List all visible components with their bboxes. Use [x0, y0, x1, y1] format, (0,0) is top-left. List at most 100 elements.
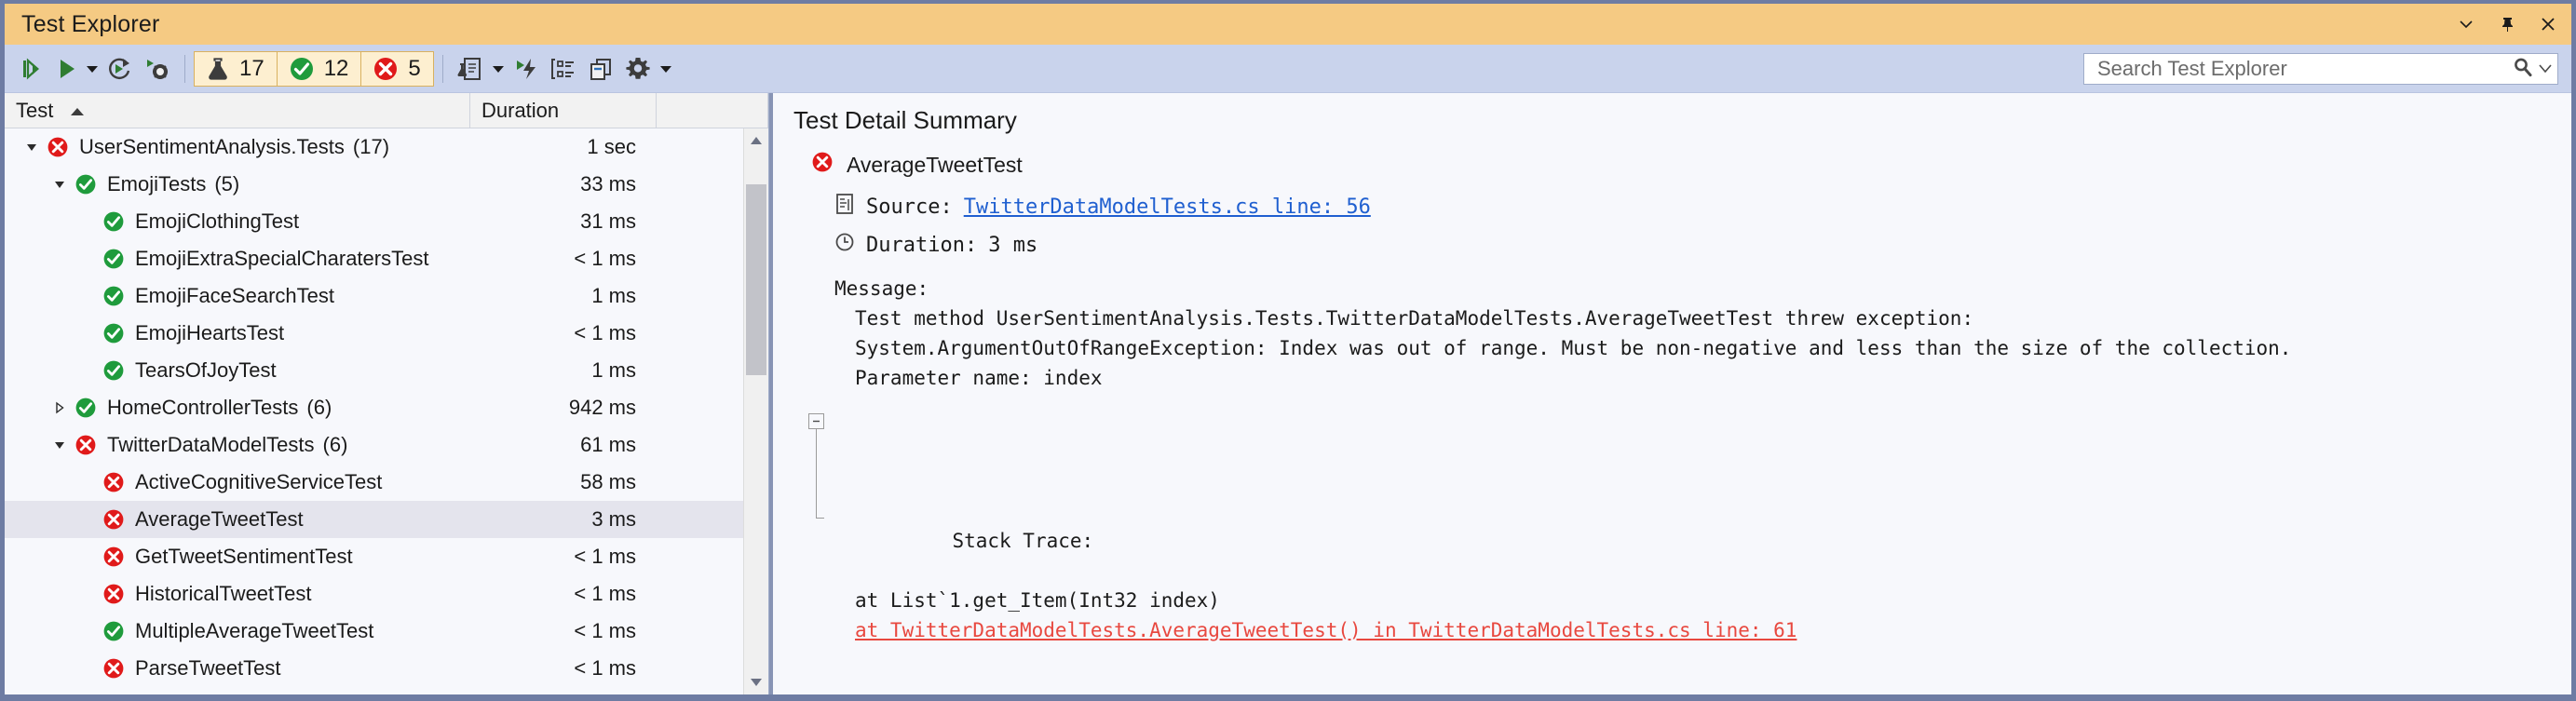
toolbar: 17 12 5: [5, 45, 2571, 93]
scroll-up-button[interactable]: [744, 128, 768, 153]
test-name-label: EmojiTests: [107, 172, 207, 195]
search-dropdown-chevron-icon[interactable]: [2539, 61, 2552, 77]
test-counters: 17 12 5: [194, 50, 434, 87]
detail-source-link[interactable]: TwitterDataModelTests.cs line: 56: [964, 195, 1371, 219]
table-row[interactable]: HomeControllerTests (6) 942 ms: [5, 389, 768, 426]
detail-test-name: AverageTweetTest: [847, 152, 1023, 177]
settings-gear-icon[interactable]: [619, 52, 657, 86]
failed-icon: [100, 656, 128, 681]
pin-icon[interactable]: [2497, 14, 2517, 34]
passed-icon: [100, 358, 128, 383]
detail-stack-section: Stack Trace: at List`1.get_Item(Int32 in…: [793, 409, 2571, 646]
table-row[interactable]: UserSentimentAnalysis.Tests (17) 1 sec: [5, 128, 768, 166]
detail-source-label: Source:: [866, 195, 953, 219]
run-dropdown-chevron-icon[interactable]: [83, 52, 102, 86]
detail-message-label: Message:: [834, 277, 929, 300]
column-header-duration[interactable]: Duration: [470, 93, 657, 128]
column-header-test-label: Test: [16, 98, 54, 122]
table-cell-duration: < 1 ms: [574, 247, 636, 270]
search-icon[interactable]: [2513, 57, 2533, 82]
additional-output-button[interactable]: [582, 52, 619, 86]
failed-icon: [72, 433, 100, 457]
counter-total[interactable]: 17: [194, 50, 277, 87]
window-title: Test Explorer: [21, 10, 160, 37]
scroll-down-button[interactable]: [744, 670, 768, 694]
twisty-expanded-icon[interactable]: [20, 140, 44, 155]
detail-stack-link[interactable]: at TwitterDataModelTests.AverageTweetTes…: [855, 619, 1796, 641]
column-header-duration-label: Duration: [481, 98, 560, 122]
twisty-collapsed-icon[interactable]: [47, 400, 72, 415]
scrollbar-thumb[interactable]: [746, 184, 766, 375]
test-name-label: EmojiFaceSearchTest: [135, 284, 334, 307]
table-cell-test: TwitterDataModelTests (6): [5, 433, 470, 457]
search-box[interactable]: [2083, 53, 2558, 85]
table-row[interactable]: MultipleAverageTweetTest < 1 ms: [5, 613, 768, 650]
table-row[interactable]: ActiveCognitiveServiceTest 58 ms: [5, 464, 768, 501]
counter-failed[interactable]: 5: [360, 50, 434, 87]
table-cell-duration: 33 ms: [580, 172, 636, 195]
test-list-scrollbar[interactable]: [743, 128, 768, 694]
test-name-label: MultipleAverageTweetTest: [135, 619, 374, 642]
test-name-label: AverageTweetTest: [135, 507, 304, 531]
table-row[interactable]: EmojiTests (5) 33 ms: [5, 166, 768, 203]
test-name-label: ParseTweetTest: [135, 656, 281, 680]
table-row[interactable]: EmojiExtraSpecialCharatersTest < 1 ms: [5, 240, 768, 277]
test-list[interactable]: UserSentimentAnalysis.Tests (17) 1 sec Emoj…: [5, 128, 768, 694]
failed-icon: [100, 507, 128, 532]
failed-icon: [100, 470, 128, 494]
column-header-filler: [657, 93, 768, 128]
detail-duration-label: Duration:: [866, 233, 978, 257]
test-playlist-button[interactable]: [452, 52, 489, 86]
table-cell-test: ActiveCognitiveServiceTest: [5, 470, 470, 494]
passed-icon: [100, 247, 128, 271]
table-row[interactable]: EmojiClothingTest 31 ms: [5, 203, 768, 240]
table-row[interactable]: AverageTweetTest 3 ms: [5, 501, 768, 538]
passed-icon: [100, 284, 128, 308]
toolbar-separator: [184, 54, 185, 83]
detail-title: Test Detail Summary: [793, 106, 1017, 134]
window-controls: [2456, 4, 2558, 45]
detail-source-row: Source: TwitterDataModelTests.cs line: 5…: [834, 193, 2571, 221]
repeat-last-run-button[interactable]: [102, 52, 139, 86]
test-count-label: (17): [352, 135, 390, 158]
table-row[interactable]: HistoricalTweetTest < 1 ms: [5, 575, 768, 613]
passed-icon: [100, 209, 128, 234]
chevron-down-icon[interactable]: [2456, 14, 2476, 34]
settings-dropdown-chevron-icon[interactable]: [657, 52, 675, 86]
table-row[interactable]: TwitterDataModelTests (6) 61 ms: [5, 426, 768, 464]
failed-icon: [44, 135, 72, 159]
run-all-tests-button[interactable]: [16, 52, 51, 86]
counter-total-value: 17: [239, 55, 264, 81]
table-cell-duration: 1 sec: [587, 135, 636, 158]
passed-icon: [72, 396, 100, 420]
playlist-dropdown-chevron-icon[interactable]: [489, 52, 508, 86]
table-row[interactable]: EmojiHeartsTest < 1 ms: [5, 315, 768, 352]
table-row[interactable]: EmojiFaceSearchTest 1 ms: [5, 277, 768, 315]
table-cell-test: MultipleAverageTweetTest: [5, 619, 470, 643]
search-input[interactable]: [2095, 56, 2513, 82]
detail-message-line-2: System.ArgumentOutOfRangeException: Inde…: [855, 336, 2292, 359]
twisty-expanded-icon[interactable]: [47, 177, 72, 192]
table-cell-test: GetTweetSentimentTest: [5, 545, 470, 569]
table-cell-duration: < 1 ms: [574, 656, 636, 680]
passed-icon: [100, 619, 128, 643]
table-row[interactable]: TearsOfJoyTest 1 ms: [5, 352, 768, 389]
group-by-button[interactable]: [545, 52, 582, 86]
table-row[interactable]: ParseTweetTest < 1 ms: [5, 650, 768, 687]
table-cell-test: EmojiExtraSpecialCharatersTest: [5, 247, 470, 271]
detail-stack-line-link-wrap: at TwitterDataModelTests.AverageTweetTes…: [855, 616, 2571, 646]
detail-message-line-3: Parameter name: index: [855, 366, 1103, 389]
test-name-label: HomeControllerTests: [107, 396, 299, 419]
run-after-build-button[interactable]: [508, 52, 545, 86]
twisty-expanded-icon[interactable]: [47, 438, 72, 452]
run-tests-button[interactable]: [51, 52, 83, 86]
table-cell-duration: 1 ms: [591, 358, 636, 382]
debug-tests-button[interactable]: [139, 52, 176, 86]
table-row[interactable]: GetTweetSentimentTest < 1 ms: [5, 538, 768, 575]
column-header-test[interactable]: Test: [5, 93, 470, 128]
counter-passed[interactable]: 12: [276, 50, 361, 87]
table-cell-duration: < 1 ms: [574, 545, 636, 568]
close-icon[interactable]: [2538, 14, 2558, 34]
table-cell-duration: < 1 ms: [574, 619, 636, 642]
collapse-toggle[interactable]: [808, 412, 824, 429]
